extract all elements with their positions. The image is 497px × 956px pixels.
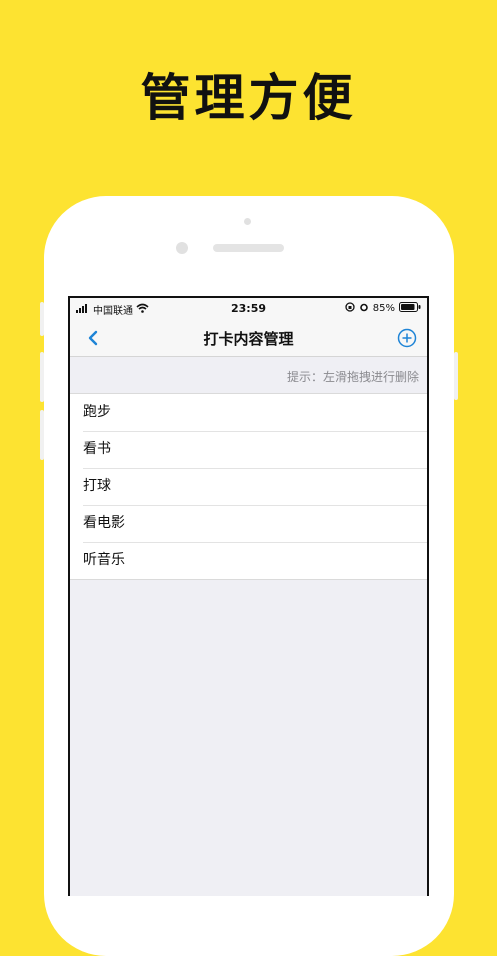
phone-sensor (244, 218, 251, 225)
plus-circle-icon (397, 328, 417, 348)
checkin-item-list: 跑步 看书 打球 看电影 听音乐 (70, 393, 427, 580)
phone-speaker (213, 244, 284, 252)
list-item[interactable]: 打球 (70, 468, 427, 505)
list-item[interactable]: 跑步 (70, 394, 427, 431)
list-item[interactable]: 看书 (70, 431, 427, 468)
phone-volume-down (40, 410, 44, 460)
alarm-icon (359, 302, 369, 315)
battery-icon (399, 302, 421, 315)
list-item[interactable]: 听音乐 (70, 542, 427, 579)
swipe-delete-hint: 提示：左滑拖拽进行删除 (286, 370, 419, 384)
phone-side-button (40, 302, 44, 336)
status-bar: 中国联通 23:59 85% (70, 298, 427, 320)
rotation-lock-icon (345, 302, 355, 315)
phone-volume-up (40, 352, 44, 402)
battery-percent: 85% (372, 303, 395, 314)
page-title: 打卡内容管理 (203, 330, 294, 348)
nav-bar: 打卡内容管理 (70, 320, 427, 357)
phone-power-button (454, 352, 458, 400)
phone-camera (176, 242, 188, 254)
list-item[interactable]: 看电影 (70, 505, 427, 542)
phone-screen: 中国联通 23:59 85% 打卡内容管理 提示：左滑拖拽进行删除 跑步 看书 … (68, 296, 429, 896)
promo-headline: 管理方便 (140, 69, 357, 127)
add-item-button[interactable] (395, 326, 419, 350)
